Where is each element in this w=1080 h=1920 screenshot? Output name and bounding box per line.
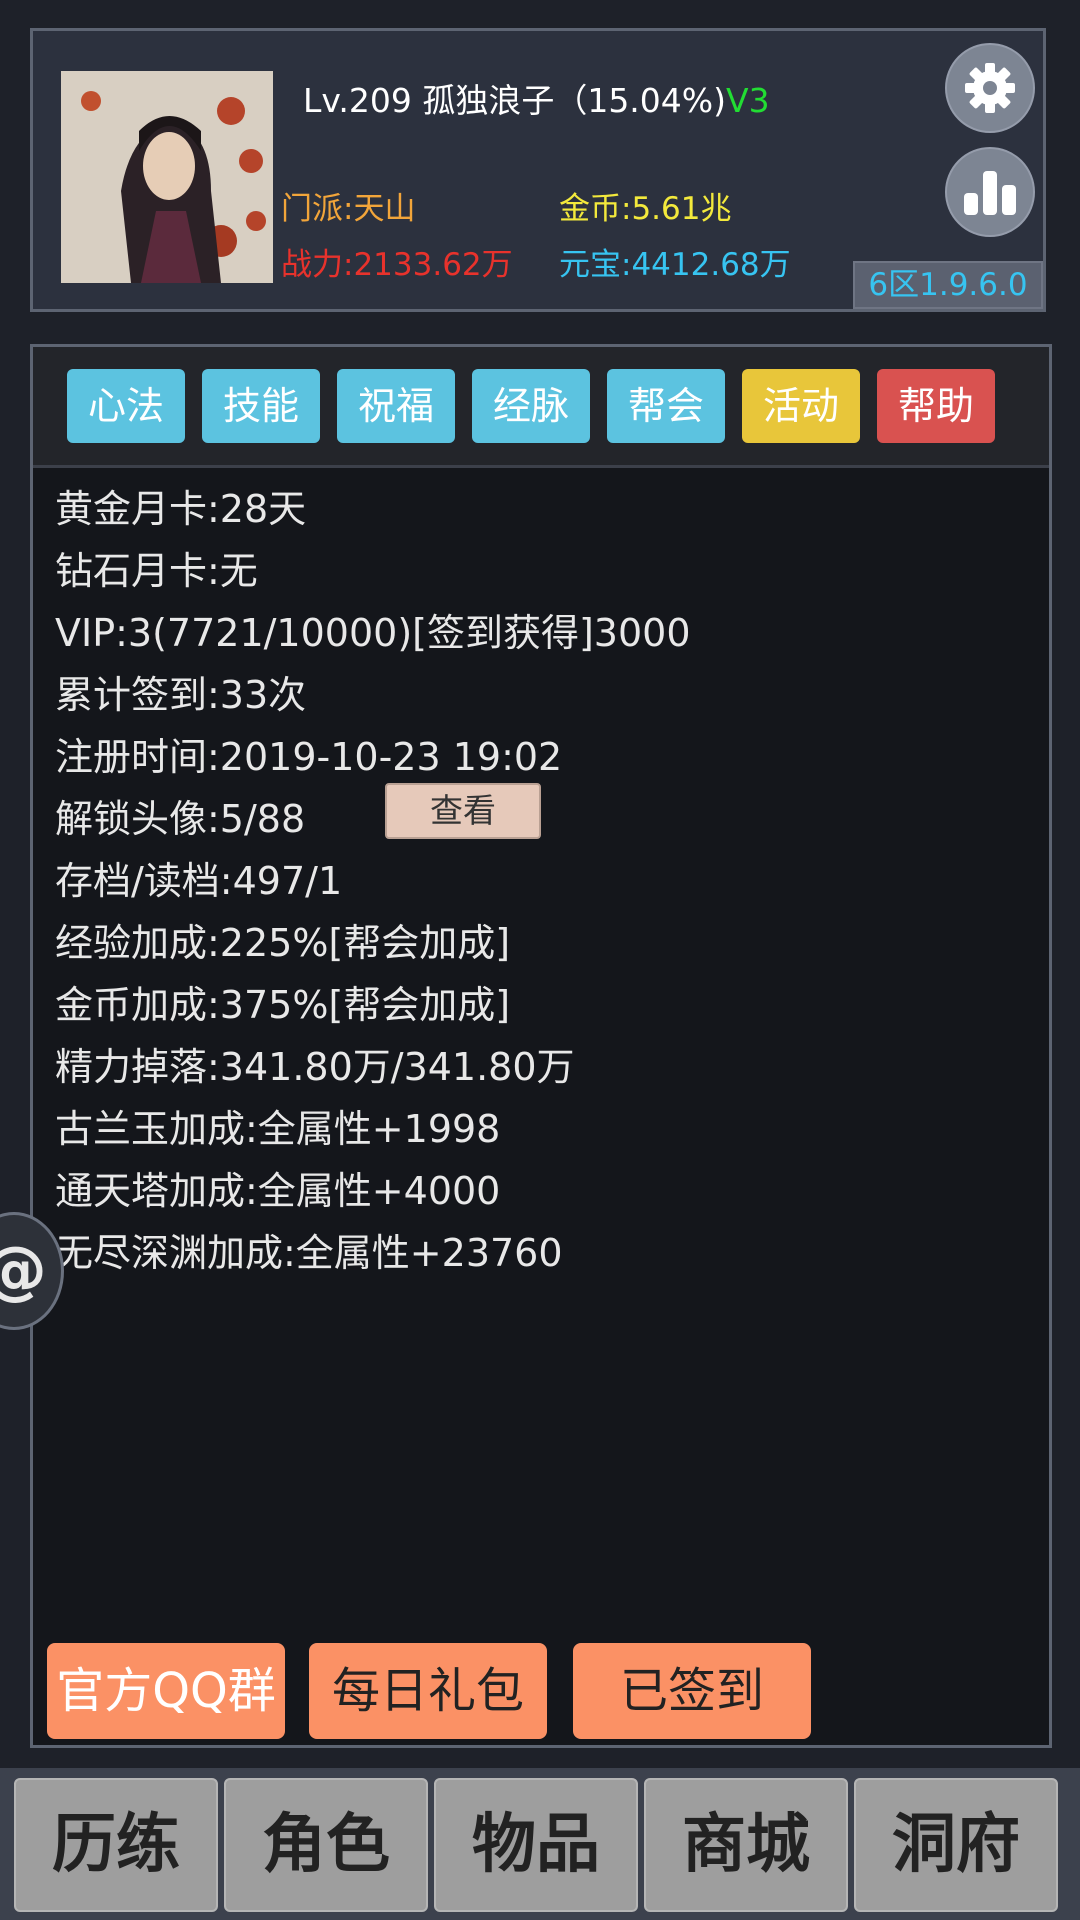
nav-training[interactable]: 历练 bbox=[14, 1778, 218, 1912]
function-tabs: 心法 技能 祝福 经脉 帮会 活动 帮助 bbox=[33, 347, 1049, 468]
tower-bonus-info: 通天塔加成:全属性+4000 bbox=[55, 1169, 501, 1213]
nav-character[interactable]: 角色 bbox=[224, 1778, 428, 1912]
abyss-bonus-info: 无尽深渊加成:全属性+23760 bbox=[55, 1231, 563, 1275]
player-level-name: Lv.209 孤独浪子（15.04%)V3 bbox=[303, 79, 770, 123]
exp-bonus-info: 经验加成:225%[帮会加成] bbox=[55, 921, 511, 965]
avatars-unlocked-info: 解锁头像:5/88 bbox=[55, 797, 306, 841]
tab-skills[interactable]: 技能 bbox=[202, 369, 320, 443]
register-time-info: 注册时间:2019-10-23 19:02 bbox=[55, 735, 563, 779]
tab-help[interactable]: 帮助 bbox=[877, 369, 995, 443]
player-level-text: Lv.209 孤独浪子（15.04%) bbox=[303, 81, 727, 120]
qq-group-button[interactable]: 官方QQ群 bbox=[47, 1643, 285, 1739]
bar-chart-icon bbox=[964, 171, 1016, 215]
signed-in-button[interactable]: 已签到 bbox=[573, 1643, 811, 1739]
nav-cave[interactable]: 洞府 bbox=[854, 1778, 1058, 1912]
daily-gift-button[interactable]: 每日礼包 bbox=[309, 1643, 547, 1739]
ranking-button[interactable] bbox=[945, 147, 1035, 237]
nav-shop[interactable]: 商城 bbox=[644, 1778, 848, 1912]
power-stat: 战力:2133.62万 bbox=[281, 247, 513, 283]
tab-guild[interactable]: 帮会 bbox=[607, 369, 725, 443]
diamond-card-info: 钻石月卡:无 bbox=[55, 549, 258, 593]
at-icon: @ bbox=[0, 1234, 47, 1308]
ingot-stat: 元宝:4412.68万 bbox=[559, 247, 791, 283]
view-avatars-button[interactable]: 查看 bbox=[385, 783, 541, 839]
gulan-bonus-info: 古兰玉加成:全属性+1998 bbox=[55, 1107, 501, 1151]
energy-drop-info: 精力掉落:341.80万/341.80万 bbox=[55, 1045, 575, 1089]
signin-total-info: 累计签到:33次 bbox=[55, 673, 307, 717]
tab-meridians[interactable]: 经脉 bbox=[472, 369, 590, 443]
bottom-navigation: 历练 角色 物品 商城 洞府 bbox=[0, 1768, 1080, 1920]
gold-card-info: 黄金月卡:28天 bbox=[55, 487, 307, 531]
tab-events[interactable]: 活动 bbox=[742, 369, 860, 443]
gold-stat: 金币:5.61兆 bbox=[559, 191, 732, 227]
sect-stat: 门派:天山 bbox=[281, 191, 416, 227]
vip-info: VIP:3(7721/10000)[签到获得]3000 bbox=[55, 611, 691, 655]
save-load-info: 存档/读档:497/1 bbox=[55, 859, 343, 903]
nav-items[interactable]: 物品 bbox=[434, 1778, 638, 1912]
main-panel: 心法 技能 祝福 经脉 帮会 活动 帮助 黄金月卡:28天 钻石月卡:无 VIP… bbox=[30, 344, 1052, 1748]
gold-bonus-info: 金币加成:375%[帮会加成] bbox=[55, 983, 511, 1027]
server-version-badge: 6区1.9.6.0 bbox=[853, 261, 1043, 309]
settings-button[interactable] bbox=[945, 43, 1035, 133]
tab-blessing[interactable]: 祝福 bbox=[337, 369, 455, 443]
profile-panel: Lv.209 孤独浪子（15.04%)V3 门派:天山 战力:2133.62万 … bbox=[30, 28, 1046, 312]
gear-icon bbox=[965, 63, 1015, 113]
tab-xinfa[interactable]: 心法 bbox=[67, 369, 185, 443]
vip-tag: V3 bbox=[726, 81, 770, 120]
character-avatar[interactable] bbox=[61, 71, 273, 283]
